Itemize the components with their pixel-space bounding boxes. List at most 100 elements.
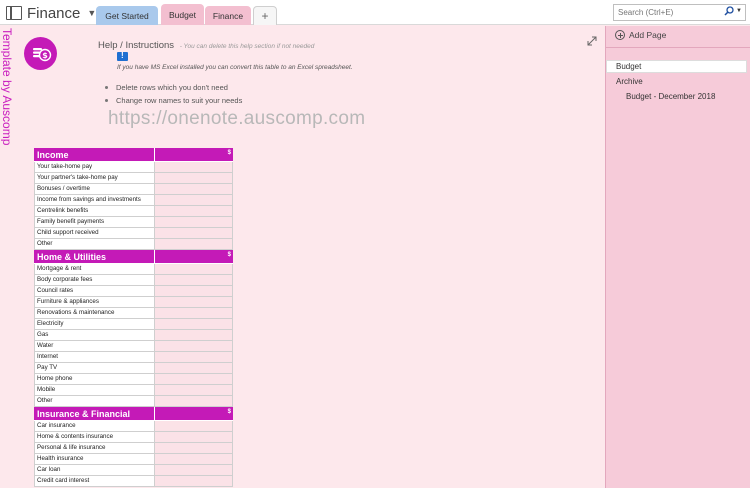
table-row: Credit card interest [34,476,233,487]
table-row: Pay TV [34,363,233,374]
row-label[interactable]: Other [34,396,155,406]
amount-cell[interactable] [155,465,233,475]
page-item-budget[interactable]: Budget [606,60,747,73]
title-bar: Finance ▼ Get Started Budget Finance + ▼ [0,0,750,25]
row-label[interactable]: Home phone [34,374,155,384]
row-label[interactable]: Health insurance [34,454,155,464]
row-label[interactable]: Child support received [34,228,155,238]
amount-cell[interactable] [155,286,233,296]
amount-cell[interactable] [155,162,233,172]
table-row: Car loan [34,465,233,476]
amount-cell[interactable] [155,432,233,442]
add-page-button[interactable]: Add Page [615,30,666,40]
chevron-down-icon: ▼ [736,8,742,14]
amount-cell[interactable] [155,363,233,373]
amount-cell[interactable] [155,297,233,307]
tab-budget[interactable]: Budget [161,4,204,25]
section-title[interactable]: Income [34,148,155,161]
table-row: Internet [34,352,233,363]
row-label[interactable]: Centrelink benefits [34,206,155,216]
row-label[interactable]: Electricity [34,319,155,329]
row-label[interactable]: Family benefit payments [34,217,155,227]
table-row: Your partner's take-home pay [34,173,233,184]
amount-cell[interactable] [155,352,233,362]
amount-cell[interactable] [155,217,233,227]
notebook-switcher[interactable]: Finance ▼ [6,3,96,23]
tab-finance[interactable]: Finance [205,6,251,25]
row-label[interactable]: Income from savings and investments [34,195,155,205]
row-label[interactable]: Bonuses / overtime [34,184,155,194]
amount-cell[interactable] [155,308,233,318]
currency-header[interactable]: $ [155,148,233,161]
amount-cell[interactable] [155,319,233,329]
section-title[interactable]: Insurance & Financial [34,407,155,420]
section-title[interactable]: Home & Utilities [34,250,155,263]
website-url: https://onenote.auscomp.com [108,108,366,129]
row-label[interactable]: Car insurance [34,421,155,431]
row-label[interactable]: Credit card interest [34,476,155,486]
amount-cell[interactable] [155,275,233,285]
amount-cell[interactable] [155,206,233,216]
search-button[interactable]: ▼ [724,6,742,16]
instruction-list: Delete rows which you don't need Change … [104,83,242,109]
row-label[interactable]: Mobile [34,385,155,395]
table-row: Electricity [34,319,233,330]
table-section-header: Insurance & Financial $ [34,407,233,421]
budget-table: Income $ Your take-home pay Your partner's … [34,148,233,487]
help-heading: Help / Instructions - You can delete thi… [98,40,314,51]
table-row: Council rates [34,286,233,297]
list-item: Change row names to suit your needs [104,96,242,105]
amount-cell[interactable] [155,173,233,183]
currency-header[interactable]: $ [155,250,233,263]
amount-cell[interactable] [155,421,233,431]
amount-cell[interactable] [155,330,233,340]
row-label[interactable]: Gas [34,330,155,340]
row-label[interactable]: Your take-home pay [34,162,155,172]
row-label[interactable]: Internet [34,352,155,362]
table-row: Other [34,396,233,407]
amount-cell[interactable] [155,396,233,406]
amount-cell[interactable] [155,341,233,351]
amount-cell[interactable] [155,374,233,384]
table-row: Health insurance [34,454,233,465]
amount-cell[interactable] [155,454,233,464]
add-section-button[interactable]: + [253,6,277,25]
excel-note: If you have MS Excel installed you can c… [117,64,353,71]
currency-header[interactable]: $ [155,407,233,420]
svg-text:$: $ [42,51,48,60]
row-label[interactable]: Personal & life insurance [34,443,155,453]
page-item-budget-december-2018[interactable]: Budget - December 2018 [626,92,715,101]
row-label[interactable]: Your partner's take-home pay [34,173,155,183]
amount-cell[interactable] [155,385,233,395]
row-label[interactable]: Car loan [34,465,155,475]
amount-cell[interactable] [155,239,233,249]
row-label[interactable]: Water [34,341,155,351]
table-row: Renovations & maintenance [34,308,233,319]
row-label[interactable]: Renovations & maintenance [34,308,155,318]
table-row: Car insurance [34,421,233,432]
table-row: Home phone [34,374,233,385]
amount-cell[interactable] [155,443,233,453]
amount-cell[interactable] [155,228,233,238]
table-row: Home & contents insurance [34,432,233,443]
tab-get-started[interactable]: Get Started [96,6,158,25]
row-label[interactable]: Pay TV [34,363,155,373]
row-label[interactable]: Other [34,239,155,249]
row-label[interactable]: Body corporate fees [34,275,155,285]
row-label[interactable]: Furniture & appliances [34,297,155,307]
amount-cell[interactable] [155,184,233,194]
expand-icon[interactable] [587,36,597,46]
amount-cell[interactable] [155,264,233,274]
help-note: - You can delete this help section if no… [179,43,315,50]
table-row: Body corporate fees [34,275,233,286]
chevron-down-icon: ▼ [87,8,97,18]
page-item-archive[interactable]: Archive [616,77,643,86]
row-label[interactable]: Mortgage & rent [34,264,155,274]
search-input[interactable] [618,8,722,17]
row-label[interactable]: Council rates [34,286,155,296]
amount-cell[interactable] [155,476,233,486]
amount-cell[interactable] [155,195,233,205]
page-canvas[interactable]: $ Help / Instructions - You can delete t… [16,26,605,488]
divider [606,47,750,48]
row-label[interactable]: Home & contents insurance [34,432,155,442]
